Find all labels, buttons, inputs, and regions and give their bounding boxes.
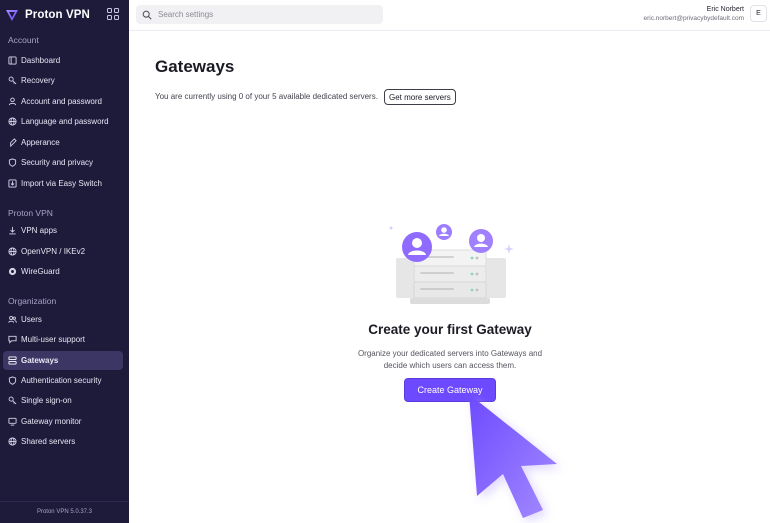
wireguard-icon (8, 267, 17, 276)
palette-icon (10, 138, 17, 147)
app-name: Proton VPN (25, 9, 90, 21)
brand[interactable]: Proton VPN (5, 6, 90, 24)
sidebar-item-single-sign-on[interactable]: Single sign-on (3, 391, 123, 410)
sidebar-item-gateway-monitor[interactable]: Gateway monitor (3, 412, 123, 431)
sidebar-item-label: Gateways (21, 356, 59, 365)
globe-icon (8, 117, 17, 126)
user-bubble-icon (469, 229, 493, 253)
gateway-servers-illustration (389, 224, 514, 304)
sidebar-item-import-easy-switch[interactable]: Import via Easy Switch (3, 174, 123, 193)
sidebar-item-label: VPN apps (21, 226, 58, 235)
sidebar-item-label: Multi-user support (21, 335, 86, 344)
sidebar-item-authentication-security[interactable]: Authentication security (3, 371, 123, 390)
sidebar-divider (0, 501, 129, 502)
sidebar-item-shared-servers[interactable]: Shared servers (3, 432, 123, 451)
globe-icon (8, 247, 17, 256)
section-title-organization: Organization (8, 296, 57, 306)
search-box[interactable] (136, 5, 383, 24)
sidebar-item-label: Recovery (21, 76, 55, 85)
globe-icon (8, 437, 17, 446)
sidebar-item-label: OpenVPN / IKEv2 (21, 247, 86, 256)
users-icon (8, 315, 17, 323)
sidebar-item-label: Language and password (21, 117, 109, 126)
key-icon (8, 76, 17, 85)
sidebar-item-security-and-privacy[interactable]: Security and privacy (3, 153, 123, 172)
sidebar-item-label: Security and privacy (21, 158, 94, 167)
usage-text: You are currently using 0 of your 5 avai… (155, 92, 378, 101)
top-bar: Eric Norbert eric.norbert@privacybydefau… (129, 0, 770, 31)
sidebar-item-label: Import via Easy Switch (21, 179, 102, 188)
app-version: Proton VPN 5.0.37.3 (36, 509, 93, 515)
import-icon (8, 179, 17, 188)
server-icon (8, 356, 17, 365)
sidebar: Proton VPN Account Dashboard Recovery Ac… (0, 0, 129, 523)
download-icon (9, 226, 16, 235)
sidebar-item-account-and-password[interactable]: Account and password (3, 92, 123, 111)
sidebar-item-openvpn[interactable]: OpenVPN / IKEv2 (3, 242, 123, 261)
search-input[interactable] (158, 10, 378, 19)
sidebar-item-label: Authentication security (21, 376, 102, 385)
user-name[interactable]: Eric Norbert (707, 6, 744, 13)
proton-vpn-logo-icon (6, 10, 18, 21)
sidebar-item-label: WireGuard (21, 267, 60, 276)
monitor-icon (8, 417, 17, 426)
empty-state-description-line: Organize your dedicated servers into Gat… (357, 349, 543, 358)
sidebar-item-label: Account and password (21, 97, 102, 106)
user-email[interactable]: eric.norbert@privacybydefault.com (643, 15, 744, 22)
section-title-account: Account (8, 35, 39, 45)
sidebar-item-label: Shared servers (21, 437, 76, 446)
sidebar-item-language[interactable]: Language and password (3, 112, 123, 131)
shield-icon (8, 158, 17, 167)
chat-icon (8, 335, 17, 344)
sidebar-item-dashboard[interactable]: Dashboard (3, 51, 123, 70)
empty-state-title: Create your first Gateway (368, 322, 532, 337)
apps-grid-icon[interactable] (107, 8, 119, 20)
empty-state-description: Organize your dedicated servers into Gat… (340, 348, 560, 371)
user-icon (8, 97, 17, 106)
avatar[interactable]: E (750, 5, 767, 22)
sidebar-item-gateways[interactable]: Gateways (3, 351, 123, 370)
page-title: Gateways (155, 57, 235, 76)
sidebar-item-label: Dashboard (21, 56, 61, 65)
shield-icon (8, 376, 17, 385)
sidebar-item-label: Single sign-on (21, 396, 72, 405)
sidebar-item-recovery[interactable]: Recovery (3, 71, 123, 90)
sidebar-item-vpn-apps[interactable]: VPN apps (3, 221, 123, 240)
sidebar-item-label: Users (21, 315, 42, 324)
cursor-pointer-icon (469, 394, 561, 522)
sidebar-item-label: Apperance (21, 138, 60, 147)
sidebar-item-wireguard[interactable]: WireGuard (3, 262, 123, 281)
user-bubble-icon (402, 232, 432, 262)
dashboard-icon (8, 56, 17, 65)
sidebar-item-appearance[interactable]: Apperance (3, 133, 123, 152)
sidebar-item-label: Gateway monitor (21, 417, 82, 426)
key-icon (8, 396, 17, 405)
search-icon (142, 10, 152, 20)
empty-state-description-line: decide which users can access them. (383, 360, 517, 370)
section-title-proton-vpn: Proton VPN (8, 208, 53, 218)
user-bubble-icon (436, 224, 452, 240)
sidebar-item-users[interactable]: Users (3, 310, 123, 329)
sidebar-item-multi-user-support[interactable]: Multi-user support (3, 330, 123, 349)
get-more-servers-button[interactable]: Get more servers (384, 89, 456, 105)
